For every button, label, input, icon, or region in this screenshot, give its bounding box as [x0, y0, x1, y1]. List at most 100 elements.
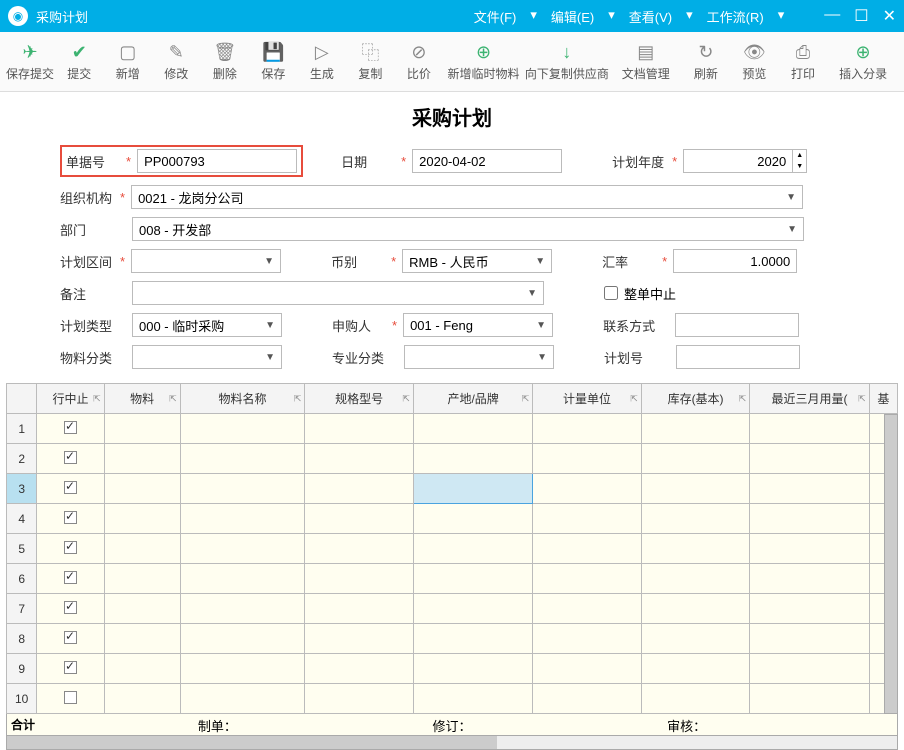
col-row-cancel[interactable]: 行中止⇱: [37, 384, 104, 414]
checkbox-icon[interactable]: [64, 541, 77, 554]
grid-cell[interactable]: [533, 444, 642, 474]
menu-edit[interactable]: 编辑(E): [551, 7, 594, 26]
grid-cell[interactable]: [104, 504, 180, 534]
grid-cell[interactable]: [750, 504, 869, 534]
grid-cell[interactable]: [413, 624, 532, 654]
grid-cell[interactable]: [533, 534, 642, 564]
print-button[interactable]: ⎙打印: [780, 35, 827, 89]
checkbox-icon[interactable]: [64, 511, 77, 524]
row-number[interactable]: 10: [7, 684, 37, 714]
save-submit-button[interactable]: ✈保存提交: [6, 35, 54, 89]
add-temp-material-button[interactable]: ⊕新增临时物料: [444, 35, 523, 89]
col-origin[interactable]: 产地/品牌⇱: [413, 384, 532, 414]
grid-cell[interactable]: [413, 594, 532, 624]
date-input[interactable]: [412, 149, 562, 173]
grid-cell[interactable]: [180, 534, 305, 564]
delete-button[interactable]: 🗑删除: [202, 35, 249, 89]
col-material[interactable]: 物料⇱: [104, 384, 180, 414]
dept-select[interactable]: 008 - 开发部▼: [132, 217, 804, 241]
grid-cell[interactable]: [104, 534, 180, 564]
grid-cell[interactable]: [104, 684, 180, 714]
col-unit[interactable]: 计量单位⇱: [533, 384, 642, 414]
row-number[interactable]: 2: [7, 444, 37, 474]
generate-button[interactable]: ▷生成: [299, 35, 346, 89]
material-class-select[interactable]: ▼: [132, 345, 282, 369]
minimize-button[interactable]: —: [824, 6, 840, 26]
grid-cell[interactable]: [305, 654, 414, 684]
plan-year-input[interactable]: [683, 149, 793, 173]
table-row[interactable]: 6: [7, 564, 898, 594]
grid-cell[interactable]: [750, 654, 869, 684]
grid-cell[interactable]: [750, 414, 869, 444]
row-cancel-cell[interactable]: [37, 534, 104, 564]
col-material-name[interactable]: 物料名称⇱: [180, 384, 305, 414]
applicant-select[interactable]: 001 - Feng▼: [403, 313, 553, 337]
grid-cell[interactable]: [180, 444, 305, 474]
table-row[interactable]: 1: [7, 414, 898, 444]
row-cancel-cell[interactable]: [37, 474, 104, 504]
doc-manage-button[interactable]: ▤文档管理: [611, 35, 681, 89]
maximize-button[interactable]: ☐: [854, 6, 868, 26]
grid-cell[interactable]: [641, 684, 750, 714]
copy-supplier-down-button[interactable]: ↓向下复制供应商: [525, 35, 609, 89]
checkbox-icon[interactable]: [64, 481, 77, 494]
rate-input[interactable]: [673, 249, 797, 273]
table-row[interactable]: 2: [7, 444, 898, 474]
grid-cell[interactable]: [641, 444, 750, 474]
checkbox-icon[interactable]: [64, 631, 77, 644]
col-recent-usage[interactable]: 最近三月用量(⇱: [750, 384, 869, 414]
grid-cell[interactable]: [413, 654, 532, 684]
checkbox-icon[interactable]: [64, 661, 77, 674]
grid-cell[interactable]: [305, 414, 414, 444]
row-cancel-cell[interactable]: [37, 684, 104, 714]
grid-cell[interactable]: [750, 564, 869, 594]
grid-cell[interactable]: [180, 504, 305, 534]
row-cancel-cell[interactable]: [37, 504, 104, 534]
grid-cell[interactable]: [104, 564, 180, 594]
grid-cell[interactable]: [533, 504, 642, 534]
grid-cell[interactable]: [413, 444, 532, 474]
doc-no-input[interactable]: [137, 149, 297, 173]
grid-cell[interactable]: [641, 654, 750, 684]
grid-cell[interactable]: [533, 564, 642, 594]
grid-cell[interactable]: [750, 444, 869, 474]
grid-cell[interactable]: [180, 564, 305, 594]
grid-cell[interactable]: [104, 414, 180, 444]
refresh-button[interactable]: ↻刷新: [683, 35, 730, 89]
row-number[interactable]: 5: [7, 534, 37, 564]
grid-cell[interactable]: [305, 534, 414, 564]
row-number[interactable]: 4: [7, 504, 37, 534]
grid-cell[interactable]: [641, 534, 750, 564]
grid-cell[interactable]: [641, 504, 750, 534]
table-row[interactable]: 5: [7, 534, 898, 564]
grid-cell[interactable]: [413, 504, 532, 534]
grid-cell[interactable]: [305, 504, 414, 534]
whole-cancel-checkbox[interactable]: [604, 286, 618, 300]
menu-workflow[interactable]: 工作流(R): [707, 7, 764, 26]
grid-cell[interactable]: [641, 624, 750, 654]
table-row[interactable]: 8: [7, 624, 898, 654]
remark-select[interactable]: ▼: [132, 281, 544, 305]
table-row[interactable]: 9: [7, 654, 898, 684]
grid-cell[interactable]: [180, 594, 305, 624]
grid-cell[interactable]: [180, 624, 305, 654]
checkbox-icon[interactable]: [64, 421, 77, 434]
grid-cell[interactable]: [750, 534, 869, 564]
grid-cell[interactable]: [750, 624, 869, 654]
copy-button[interactable]: ⿻复制: [347, 35, 394, 89]
checkbox-icon[interactable]: [64, 601, 77, 614]
grid-cell[interactable]: [305, 474, 414, 504]
grid-cell[interactable]: [104, 624, 180, 654]
grid-cell[interactable]: [104, 444, 180, 474]
corner-cell[interactable]: [7, 384, 37, 414]
table-row[interactable]: 7: [7, 594, 898, 624]
grid-cell[interactable]: [180, 654, 305, 684]
plan-interval-select[interactable]: ▼: [131, 249, 281, 273]
table-row[interactable]: 10: [7, 684, 898, 714]
vertical-scrollbar[interactable]: [884, 414, 898, 714]
grid-cell[interactable]: [104, 474, 180, 504]
grid-cell[interactable]: [641, 414, 750, 444]
table-row[interactable]: 4: [7, 504, 898, 534]
row-number[interactable]: 1: [7, 414, 37, 444]
col-spec[interactable]: 规格型号⇱: [305, 384, 414, 414]
